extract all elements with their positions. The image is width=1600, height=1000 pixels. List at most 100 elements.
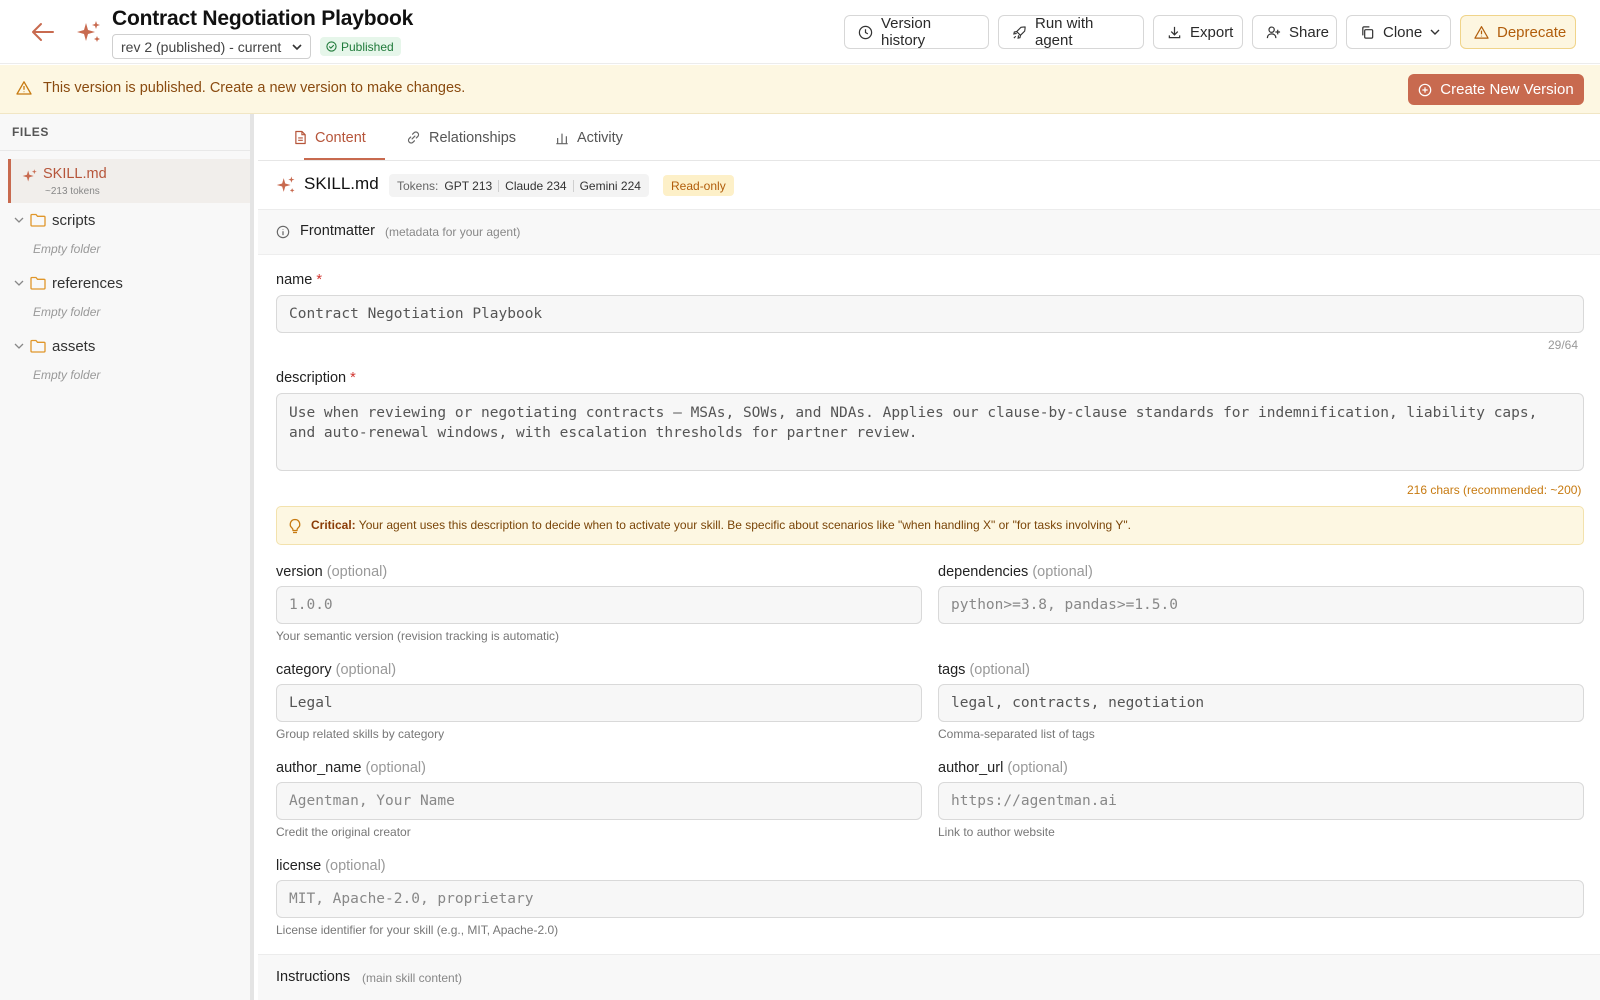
name-label-text: name xyxy=(276,272,313,288)
sparkles-icon xyxy=(276,176,295,193)
share-button[interactable]: Share xyxy=(1252,15,1337,49)
token-counts: Tokens: GPT 213 Claude 234 Gemini 224 xyxy=(389,174,649,197)
sparkles-icon xyxy=(22,169,37,182)
required-marker: * xyxy=(316,272,322,288)
copy-icon xyxy=(1362,25,1374,39)
files-heading: FILES xyxy=(12,125,50,139)
alert-triangle-icon xyxy=(16,81,32,95)
critical-tip: Critical: Your agent uses this descripti… xyxy=(276,506,1584,545)
optional-marker: (optional) xyxy=(325,858,386,874)
run-with-agent-button[interactable]: Run with agent xyxy=(998,15,1144,49)
deprecate-button[interactable]: Deprecate xyxy=(1460,15,1576,49)
token-claude: Claude 234 xyxy=(505,178,567,193)
dependencies-label-text: dependencies xyxy=(938,564,1029,580)
folder-name: assets xyxy=(52,337,96,355)
category-help: Group related skills by category xyxy=(276,727,445,741)
revision-select[interactable]: rev 2 (published) - current xyxy=(112,34,311,59)
clock-icon xyxy=(858,25,873,39)
download-icon xyxy=(1168,26,1181,38)
folder-references[interactable]: references xyxy=(14,271,123,295)
back-button[interactable] xyxy=(30,20,56,44)
instructions-title: Instructions xyxy=(276,969,351,985)
sparkles-icon xyxy=(77,21,100,42)
description-textarea[interactable]: Use when reviewing or negotiating contra… xyxy=(276,393,1584,471)
frontmatter-header: Frontmatter (metadata for your agent) xyxy=(258,210,1600,255)
alert-triangle-icon xyxy=(1474,25,1489,39)
category-label: category (optional) xyxy=(276,662,396,678)
token-divider xyxy=(498,179,500,192)
content-tabs: Content Relationships Activity xyxy=(258,114,1600,161)
tags-label-text: tags xyxy=(938,662,966,678)
create-new-version-button[interactable]: Create New Version xyxy=(1408,74,1584,105)
tab-label: Activity xyxy=(577,129,623,146)
optional-marker: (optional) xyxy=(335,662,397,678)
required-marker: * xyxy=(350,370,356,386)
description-label-text: description xyxy=(276,370,347,386)
license-label: license (optional) xyxy=(276,858,386,874)
author-name-input[interactable]: Agentman, Your Name xyxy=(276,782,922,820)
author-url-label: author_url (optional) xyxy=(938,760,1068,776)
name-label: name * xyxy=(276,272,322,288)
file-token-count: ~213 tokens xyxy=(45,186,100,197)
check-circle-icon xyxy=(326,41,337,52)
author-url-label-text: author_url xyxy=(938,760,1004,776)
tab-content[interactable]: Content xyxy=(294,114,366,161)
tags-label: tags (optional) xyxy=(938,662,1030,678)
name-input[interactable]: Contract Negotiation Playbook xyxy=(276,295,1584,333)
dependencies-label: dependencies (optional) xyxy=(938,564,1093,580)
revision-select-value: rev 2 (published) - current xyxy=(121,38,282,55)
file-name: SKILL.md xyxy=(43,166,107,182)
chevron-down-icon xyxy=(1430,29,1440,35)
author-url-input[interactable]: https://agentman.ai xyxy=(938,782,1584,820)
license-label-text: license xyxy=(276,858,322,874)
folder-assets[interactable]: assets xyxy=(14,334,95,358)
author-name-label-text: author_name xyxy=(276,760,362,776)
critical-strong: Critical: xyxy=(311,518,356,532)
lightbulb-icon xyxy=(289,518,301,534)
active-tab-indicator xyxy=(304,158,385,160)
tab-relationships[interactable]: Relationships xyxy=(406,114,516,161)
version-history-button[interactable]: Version history xyxy=(844,15,989,49)
author-url-help: Link to author website xyxy=(938,825,1055,839)
author-name-help: Credit the original creator xyxy=(276,825,411,839)
link-icon xyxy=(407,131,420,144)
chevron-down-icon xyxy=(14,280,24,286)
read-only-badge: Read-only xyxy=(663,175,734,196)
export-label: Export xyxy=(1190,23,1234,41)
files-sidebar: FILES SKILL.md ~213 tokens scripts Empty… xyxy=(0,114,254,1000)
folder-icon xyxy=(30,276,46,290)
category-input[interactable]: Legal xyxy=(276,684,922,722)
published-banner: This version is published. Create a new … xyxy=(0,65,1600,114)
page-title: Contract Negotiation Playbook xyxy=(112,7,414,30)
create-new-version-label: Create New Version xyxy=(1440,81,1574,98)
version-input[interactable]: 1.0.0 xyxy=(276,586,922,624)
license-input[interactable]: MIT, Apache-2.0, proprietary xyxy=(276,880,1584,918)
status-badge: Published xyxy=(320,37,401,56)
bar-chart-icon xyxy=(556,133,568,144)
tab-activity[interactable]: Activity xyxy=(555,114,623,161)
optional-marker: (optional) xyxy=(969,662,1030,678)
version-label: version (optional) xyxy=(276,564,387,580)
clone-dropdown-button[interactable]: Clone xyxy=(1346,15,1451,49)
tags-input[interactable]: legal, contracts, negotiation xyxy=(938,684,1584,722)
status-badge-label: Published xyxy=(341,39,394,54)
category-label-text: category xyxy=(276,662,332,678)
critical-tip-text: Critical: Your agent uses this descripti… xyxy=(311,518,1131,532)
folder-scripts[interactable]: scripts xyxy=(14,208,95,232)
folder-icon xyxy=(30,213,46,227)
description-char-counter: 216 chars (recommended: ~200) xyxy=(1407,483,1582,497)
export-button[interactable]: Export xyxy=(1153,15,1243,49)
clone-label: Clone xyxy=(1383,23,1423,41)
token-gpt: GPT 213 xyxy=(444,178,493,193)
share-label: Share xyxy=(1289,23,1330,41)
tab-label: Content xyxy=(315,129,366,146)
optional-marker: (optional) xyxy=(1032,564,1093,580)
deprecate-label: Deprecate xyxy=(1497,23,1567,41)
instructions-header: Instructions (main skill content) xyxy=(258,954,1600,1000)
dependencies-input[interactable]: python>=3.8, pandas>=1.5.0 xyxy=(938,586,1584,624)
file-item-skill-md[interactable]: SKILL.md ~213 tokens xyxy=(8,159,250,203)
chevron-down-icon xyxy=(14,343,24,349)
optional-marker: (optional) xyxy=(1007,760,1068,776)
empty-folder-label: Empty folder xyxy=(33,242,101,256)
frontmatter-hint: (metadata for your agent) xyxy=(385,225,521,239)
